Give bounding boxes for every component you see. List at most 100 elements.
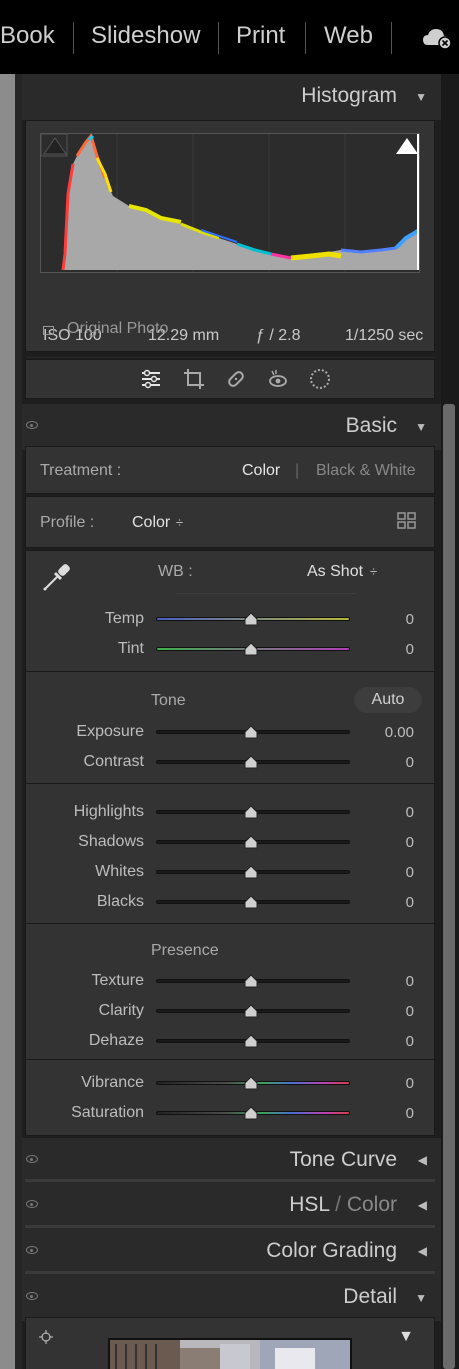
slider-label: Highlights bbox=[73, 803, 144, 820]
slider-thumb[interactable] bbox=[244, 725, 258, 739]
slider-thumb[interactable] bbox=[244, 1076, 258, 1090]
collapse-triangle-icon: ▼ bbox=[415, 420, 427, 434]
profile-label: Profile : bbox=[40, 514, 95, 531]
hsl-title-group: HSL / Color bbox=[289, 1193, 397, 1217]
divider bbox=[26, 1059, 436, 1060]
slider-label: Temp bbox=[104, 610, 144, 627]
basic-controls: WB : As Shot ÷ Temp 0 Tint 0 Tone Auto E… bbox=[25, 550, 436, 1136]
hsl-header[interactable]: HSL / Color ◀ bbox=[22, 1183, 441, 1229]
histogram-graph[interactable] bbox=[40, 133, 420, 273]
module-divider bbox=[73, 22, 74, 54]
cloud-sync-icon[interactable] bbox=[422, 26, 452, 50]
slider-thumb[interactable] bbox=[244, 865, 258, 879]
hsl-color-title[interactable]: Color bbox=[347, 1193, 397, 1216]
slider-value[interactable]: 0.00 bbox=[366, 724, 414, 741]
divider bbox=[26, 357, 436, 358]
tone-curve-header[interactable]: Tone Curve ◀ bbox=[22, 1138, 441, 1184]
red-eye-icon[interactable] bbox=[266, 367, 290, 391]
eyedropper-icon[interactable] bbox=[41, 559, 75, 593]
slider-thumb[interactable] bbox=[244, 612, 258, 626]
wb-label: WB : bbox=[158, 563, 193, 580]
slider-value[interactable]: 0 bbox=[366, 894, 414, 911]
slider-value[interactable]: 0 bbox=[366, 864, 414, 881]
slider-thumb[interactable] bbox=[244, 755, 258, 769]
slider-value[interactable]: 0 bbox=[366, 1033, 414, 1050]
tone-curve-title: Tone Curve bbox=[289, 1148, 397, 1171]
slider-value[interactable]: 0 bbox=[366, 641, 414, 658]
collapse-triangle-icon: ▼ bbox=[415, 1291, 427, 1305]
panel-visibility-eye-icon[interactable] bbox=[26, 1292, 38, 1300]
divider bbox=[26, 923, 436, 924]
auto-tone-button[interactable]: Auto bbox=[354, 687, 422, 713]
slider-thumb[interactable] bbox=[244, 1106, 258, 1120]
detail-header[interactable]: Detail ▼ bbox=[22, 1275, 441, 1321]
treatment-row: Treatment : Color | Black & White bbox=[25, 446, 435, 494]
slider-thumb[interactable] bbox=[244, 642, 258, 656]
panel-visibility-eye-icon[interactable] bbox=[26, 1155, 38, 1163]
slider-value[interactable]: 0 bbox=[366, 1075, 414, 1092]
module-picker: Book Slideshow Print Web bbox=[0, 0, 459, 74]
original-photo-label: Original Photo bbox=[67, 320, 169, 337]
detail-preview-toggle-icon[interactable]: ▼ bbox=[398, 1328, 414, 1346]
panel-visibility-eye-icon[interactable] bbox=[26, 1246, 38, 1254]
treatment-color-option[interactable]: Color bbox=[242, 462, 280, 480]
basic-title: Basic bbox=[345, 414, 397, 437]
expand-triangle-icon: ◀ bbox=[417, 1198, 427, 1212]
profile-caret[interactable]: ÷ bbox=[176, 515, 183, 530]
slider-value[interactable]: 0 bbox=[366, 1105, 414, 1122]
slider-value[interactable]: 0 bbox=[366, 804, 414, 821]
histogram-title: Histogram bbox=[301, 84, 397, 107]
panel-scrollbar[interactable] bbox=[441, 74, 459, 1369]
module-divider bbox=[218, 22, 219, 54]
profile-browser-icon[interactable] bbox=[397, 512, 417, 530]
masking-icon[interactable] bbox=[308, 367, 332, 391]
slider-thumb[interactable] bbox=[244, 1004, 258, 1018]
sliders-icon[interactable] bbox=[139, 367, 163, 391]
slider-value[interactable]: 0 bbox=[366, 754, 414, 771]
target-crosshair-icon[interactable] bbox=[39, 1330, 53, 1344]
slider-value[interactable]: 0 bbox=[366, 834, 414, 851]
collapse-triangle-icon: ▼ bbox=[415, 90, 427, 104]
scrollbar-thumb[interactable] bbox=[443, 404, 455, 1369]
healing-icon[interactable] bbox=[224, 367, 248, 391]
module-book[interactable]: Book bbox=[0, 22, 55, 50]
slider-thumb[interactable] bbox=[244, 805, 258, 819]
treatment-label: Treatment : bbox=[40, 462, 122, 479]
crop-icon[interactable] bbox=[182, 367, 206, 391]
wb-dropdown[interactable]: As Shot bbox=[307, 563, 363, 581]
histogram-shutter: 1/1250 sec bbox=[345, 327, 424, 344]
detail-preview-image[interactable] bbox=[108, 1338, 352, 1369]
color-grading-title: Color Grading bbox=[266, 1239, 397, 1262]
slider-label: Vibrance bbox=[81, 1074, 144, 1091]
slider-label: Exposure bbox=[76, 723, 144, 740]
detail-panel: ▼ bbox=[25, 1317, 435, 1369]
hsl-title[interactable]: HSL bbox=[289, 1193, 329, 1216]
basic-header[interactable]: Basic ▼ bbox=[22, 404, 441, 450]
slider-label: Contrast bbox=[83, 753, 144, 770]
filmstrip-edge bbox=[0, 74, 15, 1369]
slider-label: Tint bbox=[117, 640, 144, 657]
panel-visibility-eye-icon[interactable] bbox=[26, 421, 38, 429]
profile-dropdown[interactable]: Color bbox=[132, 514, 170, 532]
panel-visibility-eye-icon[interactable] bbox=[26, 1200, 38, 1208]
slider-thumb[interactable] bbox=[244, 974, 258, 988]
checkbox-icon[interactable] bbox=[43, 326, 54, 335]
slider-label: Clarity bbox=[98, 1002, 144, 1019]
wb-caret[interactable]: ÷ bbox=[370, 564, 377, 579]
module-slideshow[interactable]: Slideshow bbox=[91, 22, 200, 50]
slider-thumb[interactable] bbox=[244, 895, 258, 909]
slider-value[interactable]: 0 bbox=[366, 611, 414, 628]
wb-underline bbox=[176, 593, 356, 594]
module-web[interactable]: Web bbox=[324, 22, 373, 50]
slider-value[interactable]: 0 bbox=[366, 1003, 414, 1020]
slider-thumb[interactable] bbox=[244, 835, 258, 849]
slider-thumb[interactable] bbox=[244, 1034, 258, 1048]
divider bbox=[25, 1225, 435, 1228]
hsl-separator: / bbox=[335, 1193, 341, 1216]
treatment-bw-option[interactable]: Black & White bbox=[316, 462, 416, 480]
histogram-header[interactable]: Histogram ▼ bbox=[22, 74, 441, 120]
treatment-divider: | bbox=[295, 462, 300, 479]
color-grading-header[interactable]: Color Grading ◀ bbox=[22, 1229, 441, 1275]
slider-value[interactable]: 0 bbox=[366, 973, 414, 990]
module-print[interactable]: Print bbox=[236, 22, 285, 50]
